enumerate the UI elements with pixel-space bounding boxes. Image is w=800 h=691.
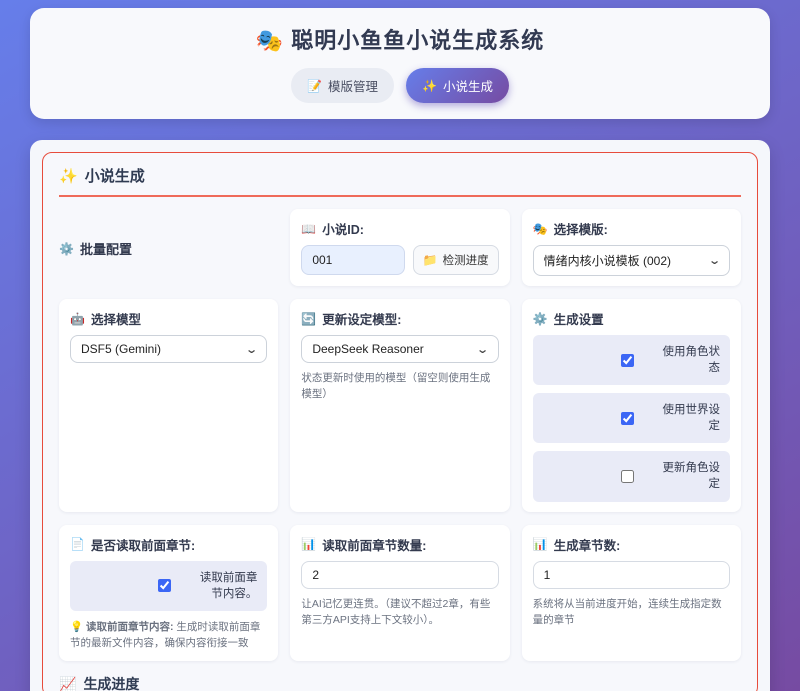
read-previous-checkbox[interactable] <box>158 579 171 592</box>
check-progress-button[interactable]: 📁 检测进度 <box>413 245 499 275</box>
config-row-3: 📄 是否读取前面章节: 读取前面章节内容。 💡 读取前面章节内容: 生成时读取前… <box>59 525 741 662</box>
chevron-down-icon: ⌄ <box>477 343 490 356</box>
previous-count-card: 📊 读取前面章节数量: 让AI记忆更连贯。（建议不超过2章，有些第三方API支持… <box>290 525 509 662</box>
previous-count-hint: 让AI记忆更连贯。（建议不超过2章，有些第三方API支持上下文较小）。 <box>301 596 498 629</box>
update-model-label: 🔄 更新设定模型: <box>301 309 498 328</box>
progress-title: 📈 生成进度 <box>59 674 741 691</box>
section-title: ✨ 小说生成 <box>59 165 741 197</box>
read-previous-card: 📄 是否读取前面章节: 读取前面章节内容。 💡 读取前面章节内容: 生成时读取前… <box>59 525 278 662</box>
app-header: 🎭 聪明小鱼鱼小说生成系统 📝 模版管理 ✨ 小说生成 <box>30 8 770 119</box>
generation-settings-label: ⚙️ 生成设置 <box>533 309 730 328</box>
chart-increasing-icon: 📈 <box>59 676 76 691</box>
model-select[interactable]: DSF5 (Gemini) ⌄ <box>70 335 267 363</box>
theater-masks-icon: 🎭 <box>256 28 284 53</box>
sparkles-icon: ✨ <box>59 167 78 185</box>
book-icon: 📖 <box>301 223 316 235</box>
gear-icon: ⚙️ <box>533 313 548 325</box>
template-select[interactable]: 情绪内核小说模板 (002) ⌄ <box>533 245 730 276</box>
config-row-1: ⚙️ 批量配置 📖 小说ID: 📁 检测进度 🎭 <box>59 209 741 286</box>
read-previous-row: 读取前面章节内容。 <box>70 561 267 611</box>
chapter-count-input[interactable] <box>533 561 730 589</box>
use-character-state-checkbox[interactable] <box>621 354 634 367</box>
page-title: 🎭 聪明小鱼鱼小说生成系统 <box>40 23 760 55</box>
update-model-hint: 状态更新时使用的模型（留空则使用生成模型） <box>301 370 498 403</box>
main-content: ✨ 小说生成 ⚙️ 批量配置 📖 小说ID: 📁 检测进度 <box>30 140 770 691</box>
novel-id-card: 📖 小说ID: 📁 检测进度 <box>290 209 509 286</box>
use-world-setting-checkbox[interactable] <box>621 412 634 425</box>
chapter-count-hint: 系统将从当前进度开始，连续生成指定数量的章节 <box>533 596 730 629</box>
robot-icon: 🤖 <box>70 313 85 325</box>
template-label: 🎭 选择模版: <box>533 219 730 238</box>
novel-id-input[interactable] <box>301 245 404 275</box>
gear-icon: ⚙️ <box>59 243 74 255</box>
refresh-icon: 🔄 <box>301 313 316 325</box>
previous-count-label: 📊 读取前面章节数量: <box>301 535 498 554</box>
chevron-down-icon: ⌄ <box>708 254 721 267</box>
chevron-down-icon: ⌄ <box>245 343 258 356</box>
read-previous-label: 📄 是否读取前面章节: <box>70 535 267 554</box>
update-character-setting-row: 更新角色设定 <box>533 451 730 501</box>
previous-count-input[interactable] <box>301 561 498 589</box>
generation-settings-card: ⚙️ 生成设置 使用角色状态 使用世界设定 更新角色设定 <box>522 299 741 512</box>
use-character-state-row: 使用角色状态 <box>533 335 730 385</box>
tab-template-management[interactable]: 📝 模版管理 <box>291 68 394 103</box>
batch-config-label: ⚙️ 批量配置 <box>59 209 278 286</box>
main-tabs: 📝 模版管理 ✨ 小说生成 <box>291 68 509 103</box>
document-icon: 📄 <box>70 538 85 550</box>
model-label: 🤖 选择模型 <box>70 309 267 328</box>
sparkles-icon: ✨ <box>422 80 437 92</box>
novel-id-label: 📖 小说ID: <box>301 219 498 238</box>
memo-icon: 📝 <box>307 80 322 92</box>
bar-chart-icon: 📊 <box>301 538 316 550</box>
novel-generation-panel: ✨ 小说生成 ⚙️ 批量配置 📖 小说ID: 📁 检测进度 <box>42 152 758 691</box>
use-world-setting-row: 使用世界设定 <box>533 393 730 443</box>
template-select-card: 🎭 选择模版: 情绪内核小说模板 (002) ⌄ <box>522 209 741 286</box>
folder-icon: 📁 <box>423 254 438 266</box>
bar-chart-icon: 📊 <box>533 538 548 550</box>
chapter-count-card: 📊 生成章节数: 系统将从当前进度开始，连续生成指定数量的章节 <box>522 525 741 662</box>
lightbulb-icon: 💡 <box>70 621 83 633</box>
tab-novel-generation[interactable]: ✨ 小说生成 <box>406 68 509 103</box>
update-model-select[interactable]: DeepSeek Reasoner ⌄ <box>301 335 498 363</box>
config-row-2: 🤖 选择模型 DSF5 (Gemini) ⌄ 🔄 更新设定模型: DeepSee… <box>59 299 741 512</box>
update-model-card: 🔄 更新设定模型: DeepSeek Reasoner ⌄ 状态更新时使用的模型… <box>290 299 509 512</box>
theater-masks-icon: 🎭 <box>533 223 548 235</box>
model-select-card: 🤖 选择模型 DSF5 (Gemini) ⌄ <box>59 299 278 512</box>
read-previous-hint: 💡 读取前面章节内容: 生成时读取前面章节的最新文件内容，确保内容衔接一致 <box>70 619 267 652</box>
chapter-count-label: 📊 生成章节数: <box>533 535 730 554</box>
update-character-setting-checkbox[interactable] <box>621 470 634 483</box>
